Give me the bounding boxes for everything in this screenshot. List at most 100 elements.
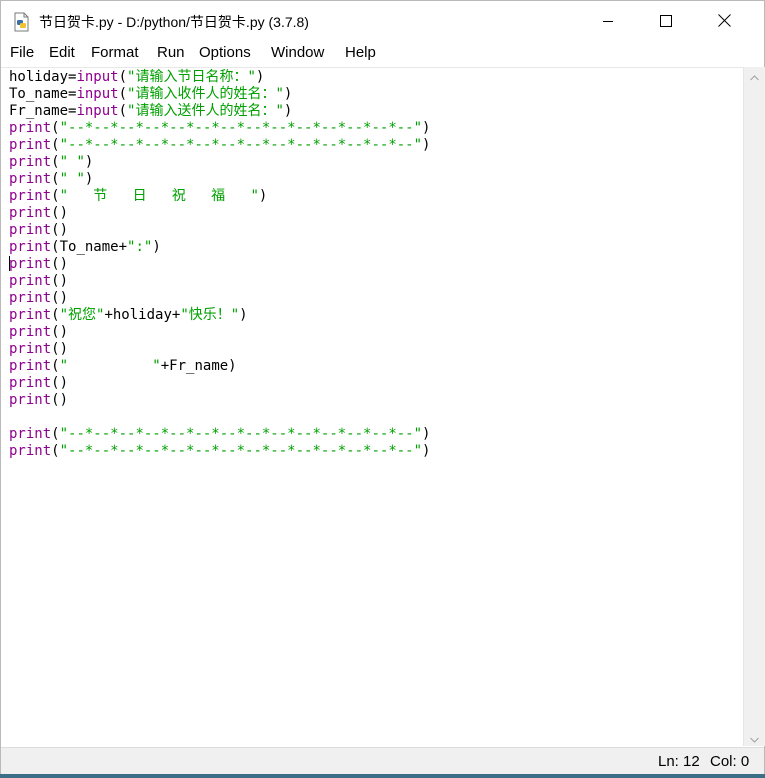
menu-file[interactable]: File — [10, 44, 34, 61]
vertical-scrollbar[interactable] — [743, 67, 765, 746]
code-line[interactable]: print("--*--*--*--*--*--*--*--*--*--*--*… — [9, 443, 430, 460]
builtin-token: print — [9, 222, 52, 238]
builtin-token: print — [9, 239, 52, 255]
code-token: ( — [51, 188, 60, 204]
code-token: () — [51, 375, 69, 391]
string-token: "请输入收件人的姓名：" — [127, 86, 284, 102]
code-token: () — [51, 341, 69, 357]
title-bar[interactable]: 节日贺卡.py - D:/python/节日贺卡.py (3.7.8) — [1, 1, 764, 41]
builtin-token: print — [9, 188, 52, 204]
code-line[interactable]: print() — [9, 392, 430, 409]
code-line[interactable]: print() — [9, 375, 430, 392]
code-line[interactable]: print() — [9, 273, 430, 290]
builtin-token: print — [9, 171, 52, 187]
builtin-token: input — [76, 86, 119, 102]
string-token: "祝您" — [59, 307, 105, 323]
code-token: () — [51, 205, 69, 221]
menu-options[interactable]: Options — [199, 44, 251, 61]
code-line[interactable]: print() — [9, 341, 430, 358]
string-token: "--*--*--*--*--*--*--*--*--*--*--*--*--*… — [59, 443, 423, 459]
minimize-icon — [602, 12, 614, 31]
builtin-token: print — [9, 120, 52, 136]
code-token: ) — [84, 171, 94, 187]
code-token: ) — [422, 120, 431, 136]
builtin-token: print — [9, 392, 52, 408]
string-token: " 节 日 祝 福 " — [59, 188, 259, 204]
code-token: +Fr_name) — [160, 358, 237, 374]
code-line[interactable]: print(To_name+":") — [9, 239, 430, 256]
code-token: (To_name+ — [51, 239, 128, 255]
code-line[interactable]: print(" ") — [9, 171, 430, 188]
builtin-token: print — [9, 341, 52, 357]
string-token: ":" — [127, 239, 153, 255]
code-line[interactable]: print() — [9, 205, 430, 222]
code-line[interactable]: print() — [9, 290, 430, 307]
code-token: ) — [283, 86, 293, 102]
code-token: ( — [51, 120, 60, 136]
code-line[interactable]: print(" 节 日 祝 福 ") — [9, 188, 430, 205]
code-text[interactable]: holiday=input("请输入节日名称：") To_name=input("… — [9, 69, 430, 460]
code-line[interactable]: print("--*--*--*--*--*--*--*--*--*--*--*… — [9, 137, 430, 154]
code-token: holiday= — [9, 69, 77, 85]
string-token: "请输入节日名称：" — [127, 69, 256, 85]
status-bar: Ln: 12 Col: 0 — [1, 747, 764, 774]
menu-edit[interactable]: Edit — [49, 44, 75, 61]
code-line[interactable]: print("祝您"+holiday+"快乐！") — [9, 307, 430, 324]
menu-help[interactable]: Help — [345, 44, 376, 61]
code-line[interactable]: print() — [9, 222, 430, 239]
column-number: Col: 0 — [710, 753, 750, 770]
builtin-token: print — [9, 443, 52, 459]
code-line[interactable]: print("--*--*--*--*--*--*--*--*--*--*--*… — [9, 120, 430, 137]
code-editor[interactable]: holiday=input("请输入节日名称：") To_name=input("… — [1, 67, 743, 747]
builtin-token: print — [9, 273, 52, 289]
builtin-token: print — [9, 137, 52, 153]
string-token: " " — [59, 154, 85, 170]
code-token: ) — [422, 426, 431, 442]
chevron-down-icon — [750, 728, 759, 747]
code-line[interactable]: print(" "+Fr_name) — [9, 358, 430, 375]
code-line[interactable]: holiday=input("请输入节日名称：") — [9, 69, 430, 86]
builtin-token: print — [9, 256, 52, 272]
builtin-token: print — [9, 324, 52, 340]
menu-run[interactable]: Run — [157, 44, 185, 61]
code-token: ( — [51, 307, 60, 323]
close-button[interactable] — [695, 1, 753, 41]
code-token: () — [51, 273, 69, 289]
string-token: "请输入送件人的姓名：" — [127, 103, 284, 119]
string-token: " " — [59, 171, 85, 187]
code-line[interactable]: print() — [9, 324, 430, 341]
builtin-token: input — [76, 103, 119, 119]
code-token: ) — [255, 69, 265, 85]
python-file-icon — [12, 12, 32, 32]
code-token: ) — [152, 239, 161, 255]
code-line[interactable]: To_name=input("请输入收件人的姓名：") — [9, 86, 430, 103]
code-token: ( — [51, 443, 60, 459]
minimize-button[interactable] — [579, 1, 637, 41]
maximize-button[interactable] — [637, 1, 695, 41]
code-token: ( — [118, 86, 128, 102]
code-token: ( — [51, 426, 60, 442]
menu-window[interactable]: Window — [271, 44, 324, 61]
code-line[interactable]: Fr_name=input("请输入送件人的姓名：") — [9, 103, 430, 120]
builtin-token: print — [9, 426, 52, 442]
menu-format[interactable]: Format — [91, 44, 139, 61]
code-token: ) — [258, 188, 268, 204]
string-token: " " — [59, 358, 161, 374]
code-token: () — [51, 222, 69, 238]
text-cursor — [9, 256, 10, 271]
builtin-token: input — [76, 69, 119, 85]
builtin-token: print — [9, 205, 52, 221]
chevron-up-icon — [750, 66, 759, 85]
code-line[interactable]: print("--*--*--*--*--*--*--*--*--*--*--*… — [9, 426, 430, 443]
line-number: Ln: 12 — [658, 753, 700, 770]
string-token: "--*--*--*--*--*--*--*--*--*--*--*--*--*… — [59, 137, 423, 153]
code-token: () — [51, 324, 69, 340]
scroll-down-button[interactable] — [744, 729, 765, 746]
menu-bar: File Edit Format Run Options Window Help — [1, 41, 764, 66]
code-token: ( — [51, 154, 60, 170]
code-line[interactable] — [9, 409, 430, 426]
window-title: 节日贺卡.py - D:/python/节日贺卡.py (3.7.8) — [39, 14, 309, 30]
code-line[interactable]: print() — [9, 256, 430, 273]
code-line[interactable]: print(" ") — [9, 154, 430, 171]
scroll-up-button[interactable] — [744, 67, 765, 84]
